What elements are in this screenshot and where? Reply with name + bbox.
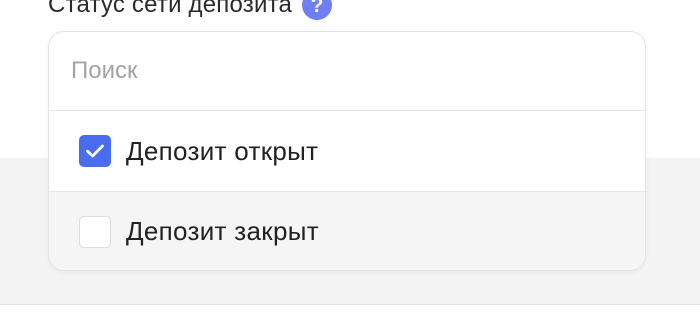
option-deposit-open[interactable]: Депозит открыт [49, 111, 645, 191]
field-label-row: Статус сети депозита ? [48, 0, 333, 20]
option-label: Депозит открыт [126, 135, 319, 166]
multiselect-dropdown: Депозит открыт Депозит закрыт [48, 31, 646, 271]
checkbox-checked[interactable] [79, 135, 111, 167]
search-input[interactable] [71, 57, 611, 85]
option-label: Депозит закрыт [126, 216, 319, 246]
checkmark-icon [86, 144, 104, 158]
divider [0, 304, 700, 305]
option-deposit-closed[interactable]: Депозит закрыт [49, 191, 645, 270]
question-mark-icon: ? [310, 0, 324, 17]
field-label: Статус сети депозита [48, 0, 293, 18]
help-icon[interactable]: ? [302, 0, 333, 20]
checkbox-unchecked[interactable] [79, 215, 111, 248]
search-row [49, 32, 645, 111]
